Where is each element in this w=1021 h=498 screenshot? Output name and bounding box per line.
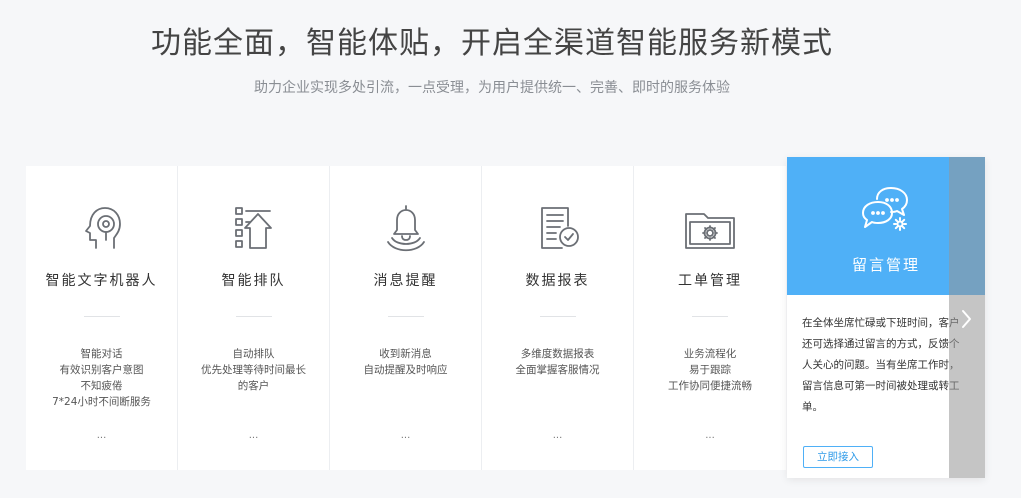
card-desc-line: 全面掌握客服情况 <box>515 364 600 376</box>
card-message-alert[interactable]: 消息提醒 收到新消息 自动提醒及时响应 ... <box>330 166 482 470</box>
feature-description: 在全体坐席忙碌或下班时间，客户还可选择通过留言的方式，反馈个人关心的问题。当有坐… <box>802 317 960 413</box>
page-title: 功能全面，智能体贴，开启全渠道智能服务新模式 <box>151 26 833 61</box>
card-description: 多维度数据报表 全面掌握客服情况 <box>482 346 633 378</box>
divider <box>692 316 728 317</box>
queue-icon <box>226 200 282 256</box>
divider <box>540 316 576 317</box>
card-description: 业务流程化 易于跟踪 工作协同便捷流畅 <box>634 346 786 394</box>
connect-now-button[interactable]: 立即接入 <box>803 446 873 468</box>
card-text-robot[interactable]: 智能文字机器人 智能对话 有效识别客户意图 不知疲倦 7*24小时不间断服务 .… <box>26 166 178 470</box>
card-title: 工单管理 <box>678 273 742 289</box>
card-title: 数据报表 <box>525 273 590 289</box>
card-title: 消息提醒 <box>373 273 438 289</box>
carousel-next-button[interactable] <box>949 157 985 478</box>
card-desc-line: 有效识别客户意图 <box>59 364 144 376</box>
bell-icon <box>378 200 434 256</box>
card-desc-line: 智能对话 <box>80 348 123 360</box>
card-desc-line: 多维度数据报表 <box>520 348 595 360</box>
card-smart-queue[interactable]: 智能排队 自动排队 优先处理等待时间最长 的客户 ... <box>178 166 330 470</box>
card-more: ... <box>96 430 107 441</box>
card-title: 智能文字机器人 <box>45 273 158 289</box>
card-ticket-management[interactable]: 工单管理 业务流程化 易于跟踪 工作协同便捷流畅 ... <box>634 166 786 470</box>
divider <box>84 316 120 317</box>
chat-gear-icon <box>859 183 913 237</box>
card-description: 智能对话 有效识别客户意图 不知疲倦 7*24小时不间断服务 <box>26 346 177 410</box>
card-more: ... <box>705 430 715 441</box>
card-description: 自动排队 优先处理等待时间最长 的客户 <box>178 346 329 394</box>
card-desc-line: 业务流程化 <box>683 348 737 360</box>
robot-head-icon <box>74 200 130 256</box>
card-data-report[interactable]: 数据报表 多维度数据报表 全面掌握客服情况 ... <box>482 166 634 470</box>
card-desc-line: 工作协同便捷流畅 <box>668 380 752 392</box>
card-desc-line: 易于跟踪 <box>689 364 731 376</box>
card-desc-line: 7*24小时不间断服务 <box>52 396 151 408</box>
card-desc-line: 自动提醒及时响应 <box>363 364 448 376</box>
card-desc-line: 的客户 <box>237 380 270 392</box>
divider <box>388 316 424 317</box>
card-title: 智能排队 <box>221 273 286 289</box>
chevron-right-icon <box>957 307 975 331</box>
folder-gear-icon <box>682 200 738 256</box>
divider <box>236 316 272 317</box>
card-desc-line: 优先处理等待时间最长 <box>201 364 306 376</box>
report-icon <box>530 200 586 256</box>
card-desc-line: 收到新消息 <box>379 348 432 360</box>
card-more: ... <box>552 430 563 441</box>
card-description: 收到新消息 自动提醒及时响应 <box>330 346 481 378</box>
card-more: ... <box>248 430 259 441</box>
card-desc-line: 不知疲倦 <box>80 380 123 392</box>
page-subtitle: 助力企业实现多处引流，一点受理，为用户提供统一、完善、即时的服务体验 <box>254 80 730 96</box>
card-desc-line: 自动排队 <box>232 348 275 360</box>
feature-cards: 智能文字机器人 智能对话 有效识别客户意图 不知疲倦 7*24小时不间断服务 .… <box>26 166 786 470</box>
card-more: ... <box>400 430 411 441</box>
